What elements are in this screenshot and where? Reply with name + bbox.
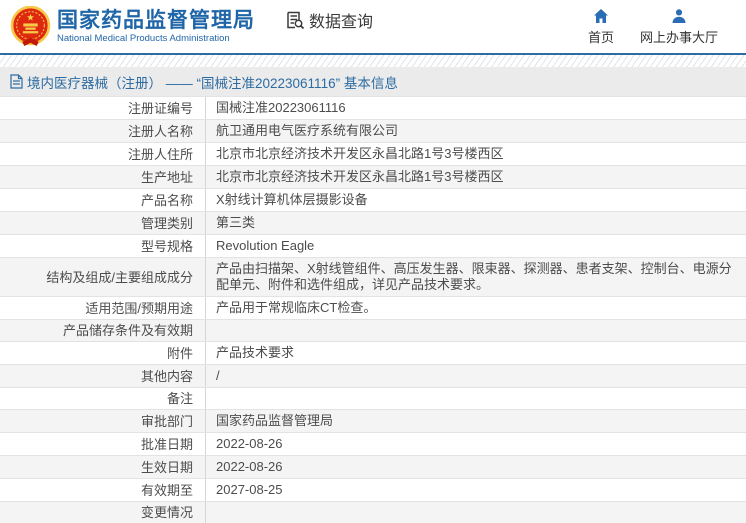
field-value: 国家药品监督管理局 — [216, 413, 334, 428]
field-label: 适用范围/预期用途 — [0, 297, 206, 319]
table-row: 批准日期 2022-08-26 — [0, 433, 746, 456]
field-value: 2027-08-25 — [216, 482, 283, 497]
field-value: 北京市北京经济技术开发区永昌北路1号3号楼西区 — [216, 169, 504, 184]
table-row: 审批部门 国家药品监督管理局 — [0, 410, 746, 433]
field-value: 第三类 — [216, 215, 256, 230]
table-row: 备注 — [0, 388, 746, 410]
page-icon — [10, 74, 23, 89]
table-row: 适用范围/预期用途 产品用于常规临床CT检查。 — [0, 297, 746, 320]
field-value: 产品用于常规临床CT检查。 — [216, 300, 377, 315]
nav-item-service-hall[interactable]: 网上办事大厅 — [640, 8, 718, 46]
site-header: ★ 国家药品监督管理局 National Medical Products Ad… — [0, 0, 746, 53]
table-row: 产品储存条件及有效期 — [0, 320, 746, 342]
field-label: 备注 — [0, 388, 206, 409]
table-row: 管理类别 第三类 — [0, 212, 746, 235]
field-label: 注册人住所 — [0, 143, 206, 165]
field-value — [206, 320, 746, 341]
field-value: / — [216, 368, 220, 383]
data-query-label: 数据查询 — [309, 13, 374, 31]
field-label: 产品名称 — [0, 189, 206, 211]
field-value: 2022-08-26 — [216, 436, 283, 451]
field-label: 管理类别 — [0, 212, 206, 234]
field-value: 2022-08-26 — [216, 459, 283, 474]
registration-info-table: 注册证编号 国械注准20223061116 注册人名称 航卫通用电气医疗系统有限… — [0, 96, 746, 523]
field-value — [206, 388, 746, 409]
table-row: 注册人住所 北京市北京经济技术开发区永昌北路1号3号楼西区 — [0, 143, 746, 166]
svg-text:★: ★ — [26, 12, 34, 22]
table-row: 结构及组成/主要组成成分 产品由扫描架、X射线管组件、高压发生器、限束器、探测器… — [0, 258, 746, 297]
table-row: 产品名称 X射线计算机体层摄影设备 — [0, 189, 746, 212]
table-row: 生效日期 2022-08-26 — [0, 456, 746, 479]
top-nav: 首页 网上办事大厅 — [588, 8, 718, 46]
field-label: 变更情况 — [0, 502, 206, 523]
table-row: 有效期至 2027-08-25 — [0, 479, 746, 502]
table-row: 附件 产品技术要求 — [0, 342, 746, 365]
nav-item-label: 网上办事大厅 — [639, 29, 718, 45]
field-label: 注册证编号 — [0, 97, 206, 119]
field-label: 审批部门 — [0, 410, 206, 432]
table-row: 变更情况 — [0, 502, 746, 523]
data-query-button[interactable]: 数据查询 — [285, 8, 373, 32]
table-row: 生产地址 北京市北京经济技术开发区永昌北路1号3号楼西区 — [0, 166, 746, 189]
field-label: 产品储存条件及有效期 — [0, 320, 206, 341]
field-label: 型号规格 — [0, 235, 206, 257]
field-label: 批准日期 — [0, 433, 206, 455]
field-value: X射线计算机体层摄影设备 — [216, 192, 368, 207]
home-icon — [593, 8, 608, 23]
field-label: 注册人名称 — [0, 120, 206, 142]
field-label: 附件 — [0, 342, 206, 364]
field-label: 其他内容 — [0, 365, 206, 387]
field-value: 国械注准20223061116 — [216, 100, 346, 115]
field-value — [206, 502, 746, 523]
org-name-en: National Medical Products Administration — [57, 32, 230, 44]
field-label: 结构及组成/主要组成成分 — [0, 258, 206, 296]
field-value: Revolution Eagle — [216, 238, 315, 253]
field-value: 产品由扫描架、X射线管组件、高压发生器、限束器、探测器、患者支架、控制台、电源分… — [216, 261, 732, 292]
breadcrumb-text: 境内医疗器械（注册） —— “国械注准20223061116” 基本信息 — [27, 75, 398, 91]
national-emblem-icon: ★ — [10, 6, 51, 46]
hatch-texture-strip — [0, 55, 746, 67]
field-value: 产品技术要求 — [216, 345, 295, 360]
document-search-icon — [287, 11, 305, 29]
nav-item-home[interactable]: 首页 — [588, 8, 614, 46]
field-value: 北京市北京经济技术开发区永昌北路1号3号楼西区 — [216, 146, 504, 161]
user-icon — [672, 8, 686, 23]
field-label: 生产地址 — [0, 166, 206, 188]
field-value: 航卫通用电气医疗系统有限公司 — [216, 123, 399, 138]
org-name: 国家药品监督管理局 — [57, 8, 255, 32]
field-label: 生效日期 — [0, 456, 206, 478]
nav-item-label: 首页 — [587, 29, 614, 45]
field-label: 有效期至 — [0, 479, 206, 501]
table-row: 注册人名称 航卫通用电气医疗系统有限公司 — [0, 120, 746, 143]
table-row: 注册证编号 国械注准20223061116 — [0, 97, 746, 120]
table-row: 型号规格 Revolution Eagle — [0, 235, 746, 258]
table-row: 其他内容 / — [0, 365, 746, 388]
breadcrumb: 境内医疗器械（注册） —— “国械注准20223061116” 基本信息 — [0, 67, 746, 96]
nmpa-logo: ★ 国家药品监督管理局 National Medical Products Ad… — [10, 6, 255, 47]
